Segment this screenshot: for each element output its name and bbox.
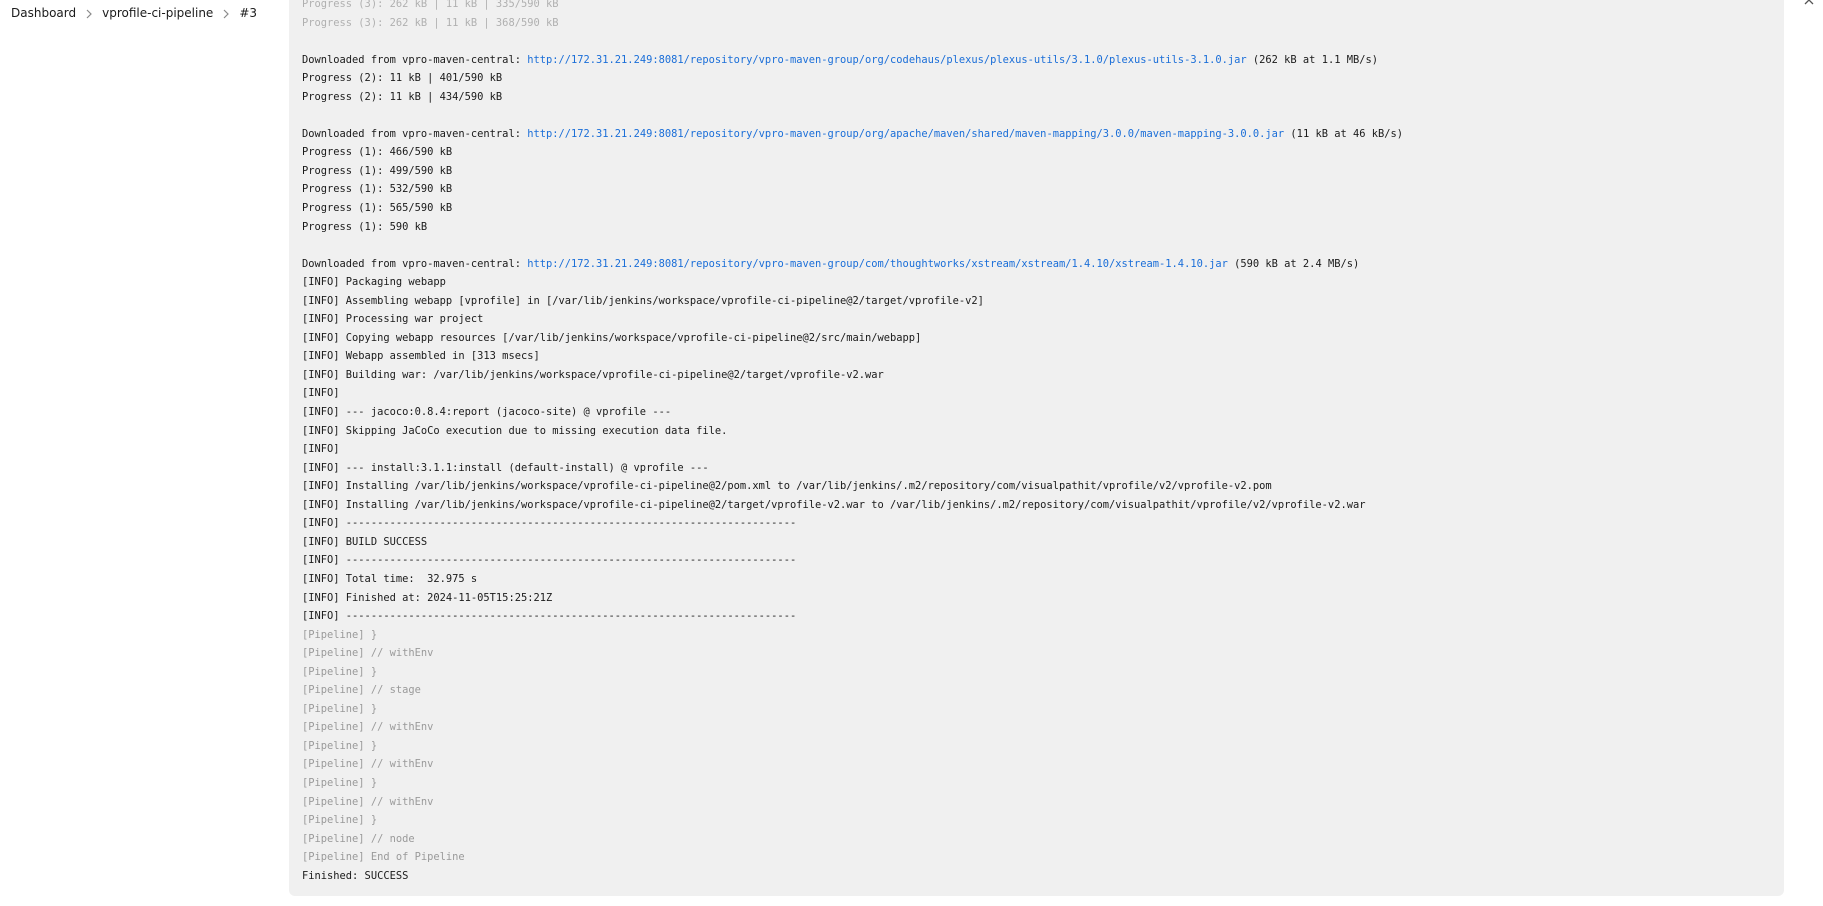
console-line: Finished: SUCCESS	[302, 869, 409, 882]
console-line: Progress (1): 565/590 kB	[302, 202, 453, 215]
console-line: [INFO] Webapp assembled in [313 msecs]	[302, 350, 540, 363]
console-line-prefix: Downloaded from vpro-maven-central:	[302, 127, 528, 140]
console-line: [Pipeline] }	[302, 628, 378, 641]
console-line: Progress (1): 590 kB	[302, 220, 428, 233]
console-line: [INFO] Packaging webapp	[302, 276, 446, 289]
console-line: [INFO] Copying webapp resources [/var/li…	[302, 331, 922, 344]
console-line: [Pipeline] }	[302, 702, 378, 715]
console-line-prefix: Downloaded from vpro-maven-central:	[302, 257, 528, 270]
console-line: [INFO] Assembling webapp [vprofile] in […	[302, 294, 984, 307]
console-line: [INFO] --- jacoco:0.8.4:report (jacoco-s…	[302, 406, 672, 419]
console-line-download: Downloaded from vpro-maven-central: http…	[302, 255, 1784, 274]
console-line: [Pipeline] End of Pipeline	[302, 851, 465, 864]
console-line: [Pipeline] }	[302, 776, 378, 789]
artifact-link[interactable]: http://172.31.21.249:8081/repository/vpr…	[527, 54, 1246, 66]
console-line: [INFO] --- install:3.1.1:install (defaul…	[302, 461, 709, 474]
console-line: [Pipeline] }	[302, 665, 378, 678]
console-line: Progress (3): 262 kB | 11 kB | 335/590 k…	[302, 0, 559, 10]
console-line: [INFO] Installing /var/lib/jenkins/works…	[302, 498, 1366, 511]
console-line: Progress (3): 262 kB | 11 kB | 368/590 k…	[302, 16, 559, 29]
console-line-download: Downloaded from vpro-maven-central: http…	[302, 125, 1784, 144]
console-line: [INFO] BUILD SUCCESS	[302, 535, 428, 548]
console-line-suffix: (11 kB at 46 kB/s)	[1284, 127, 1404, 140]
console-line: Progress (1): 499/590 kB	[302, 164, 453, 177]
console-line-prefix: Downloaded from vpro-maven-central:	[302, 53, 528, 66]
console-line: [Pipeline] // withEnv	[302, 647, 434, 660]
console-line: [Pipeline] }	[302, 814, 378, 827]
console-line: Progress (1): 466/590 kB	[302, 146, 453, 159]
console-line: [INFO] ---------------------------------…	[302, 554, 797, 567]
console-output: Progress (3): 262 kB | 11 kB | 335/590 k…	[289, 0, 1784, 896]
console-line: [INFO] Installing /var/lib/jenkins/works…	[302, 480, 1272, 493]
console-line: [INFO] Finished at: 2024-11-05T15:25:21Z	[302, 591, 553, 604]
console-line: Progress (2): 11 kB | 401/590 kB	[302, 72, 503, 85]
console-line: [Pipeline] }	[302, 739, 378, 752]
console-line: [Pipeline] // withEnv	[302, 795, 434, 808]
artifact-link[interactable]: http://172.31.21.249:8081/repository/vpr…	[527, 128, 1284, 140]
breadcrumb-job[interactable]: vprofile-ci-pipeline	[102, 6, 213, 20]
breadcrumb: Dashboard vprofile-ci-pipeline #3	[0, 0, 281, 26]
breadcrumb-dashboard[interactable]: Dashboard	[11, 6, 76, 20]
console-line: [INFO]	[302, 443, 340, 456]
artifact-link[interactable]: http://172.31.21.249:8081/repository/vpr…	[527, 258, 1228, 270]
console-line: Progress (1): 532/590 kB	[302, 183, 453, 196]
console-line-suffix: (590 kB at 2.4 MB/s)	[1227, 257, 1360, 270]
console-line: [INFO]	[302, 387, 340, 400]
console-line: [INFO] Building war: /var/lib/jenkins/wo…	[302, 368, 884, 381]
console-line: [INFO] Processing war project	[302, 313, 484, 326]
console-line: [INFO] ---------------------------------…	[302, 517, 797, 530]
console-line: [Pipeline] // withEnv	[302, 758, 434, 771]
console-line: [INFO] ---------------------------------…	[302, 610, 797, 623]
close-icon[interactable]	[1803, 0, 1817, 8]
console-line: [Pipeline] // node	[302, 832, 415, 845]
chevron-right-icon	[76, 7, 102, 20]
console-line: [Pipeline] // withEnv	[302, 721, 434, 734]
console-line: [Pipeline] // stage	[302, 684, 421, 697]
console-line: [INFO] Skipping JaCoCo execution due to …	[302, 424, 728, 437]
breadcrumb-build[interactable]: #3	[239, 6, 257, 20]
console-line: Progress (2): 11 kB | 434/590 kB	[302, 90, 503, 103]
console-line-suffix: (262 kB at 1.1 MB/s)	[1246, 53, 1378, 66]
console-line-download: Downloaded from vpro-maven-central: http…	[302, 51, 1784, 70]
console-line: [INFO] Total time: 32.975 s	[302, 572, 478, 585]
chevron-right-icon	[213, 7, 239, 20]
